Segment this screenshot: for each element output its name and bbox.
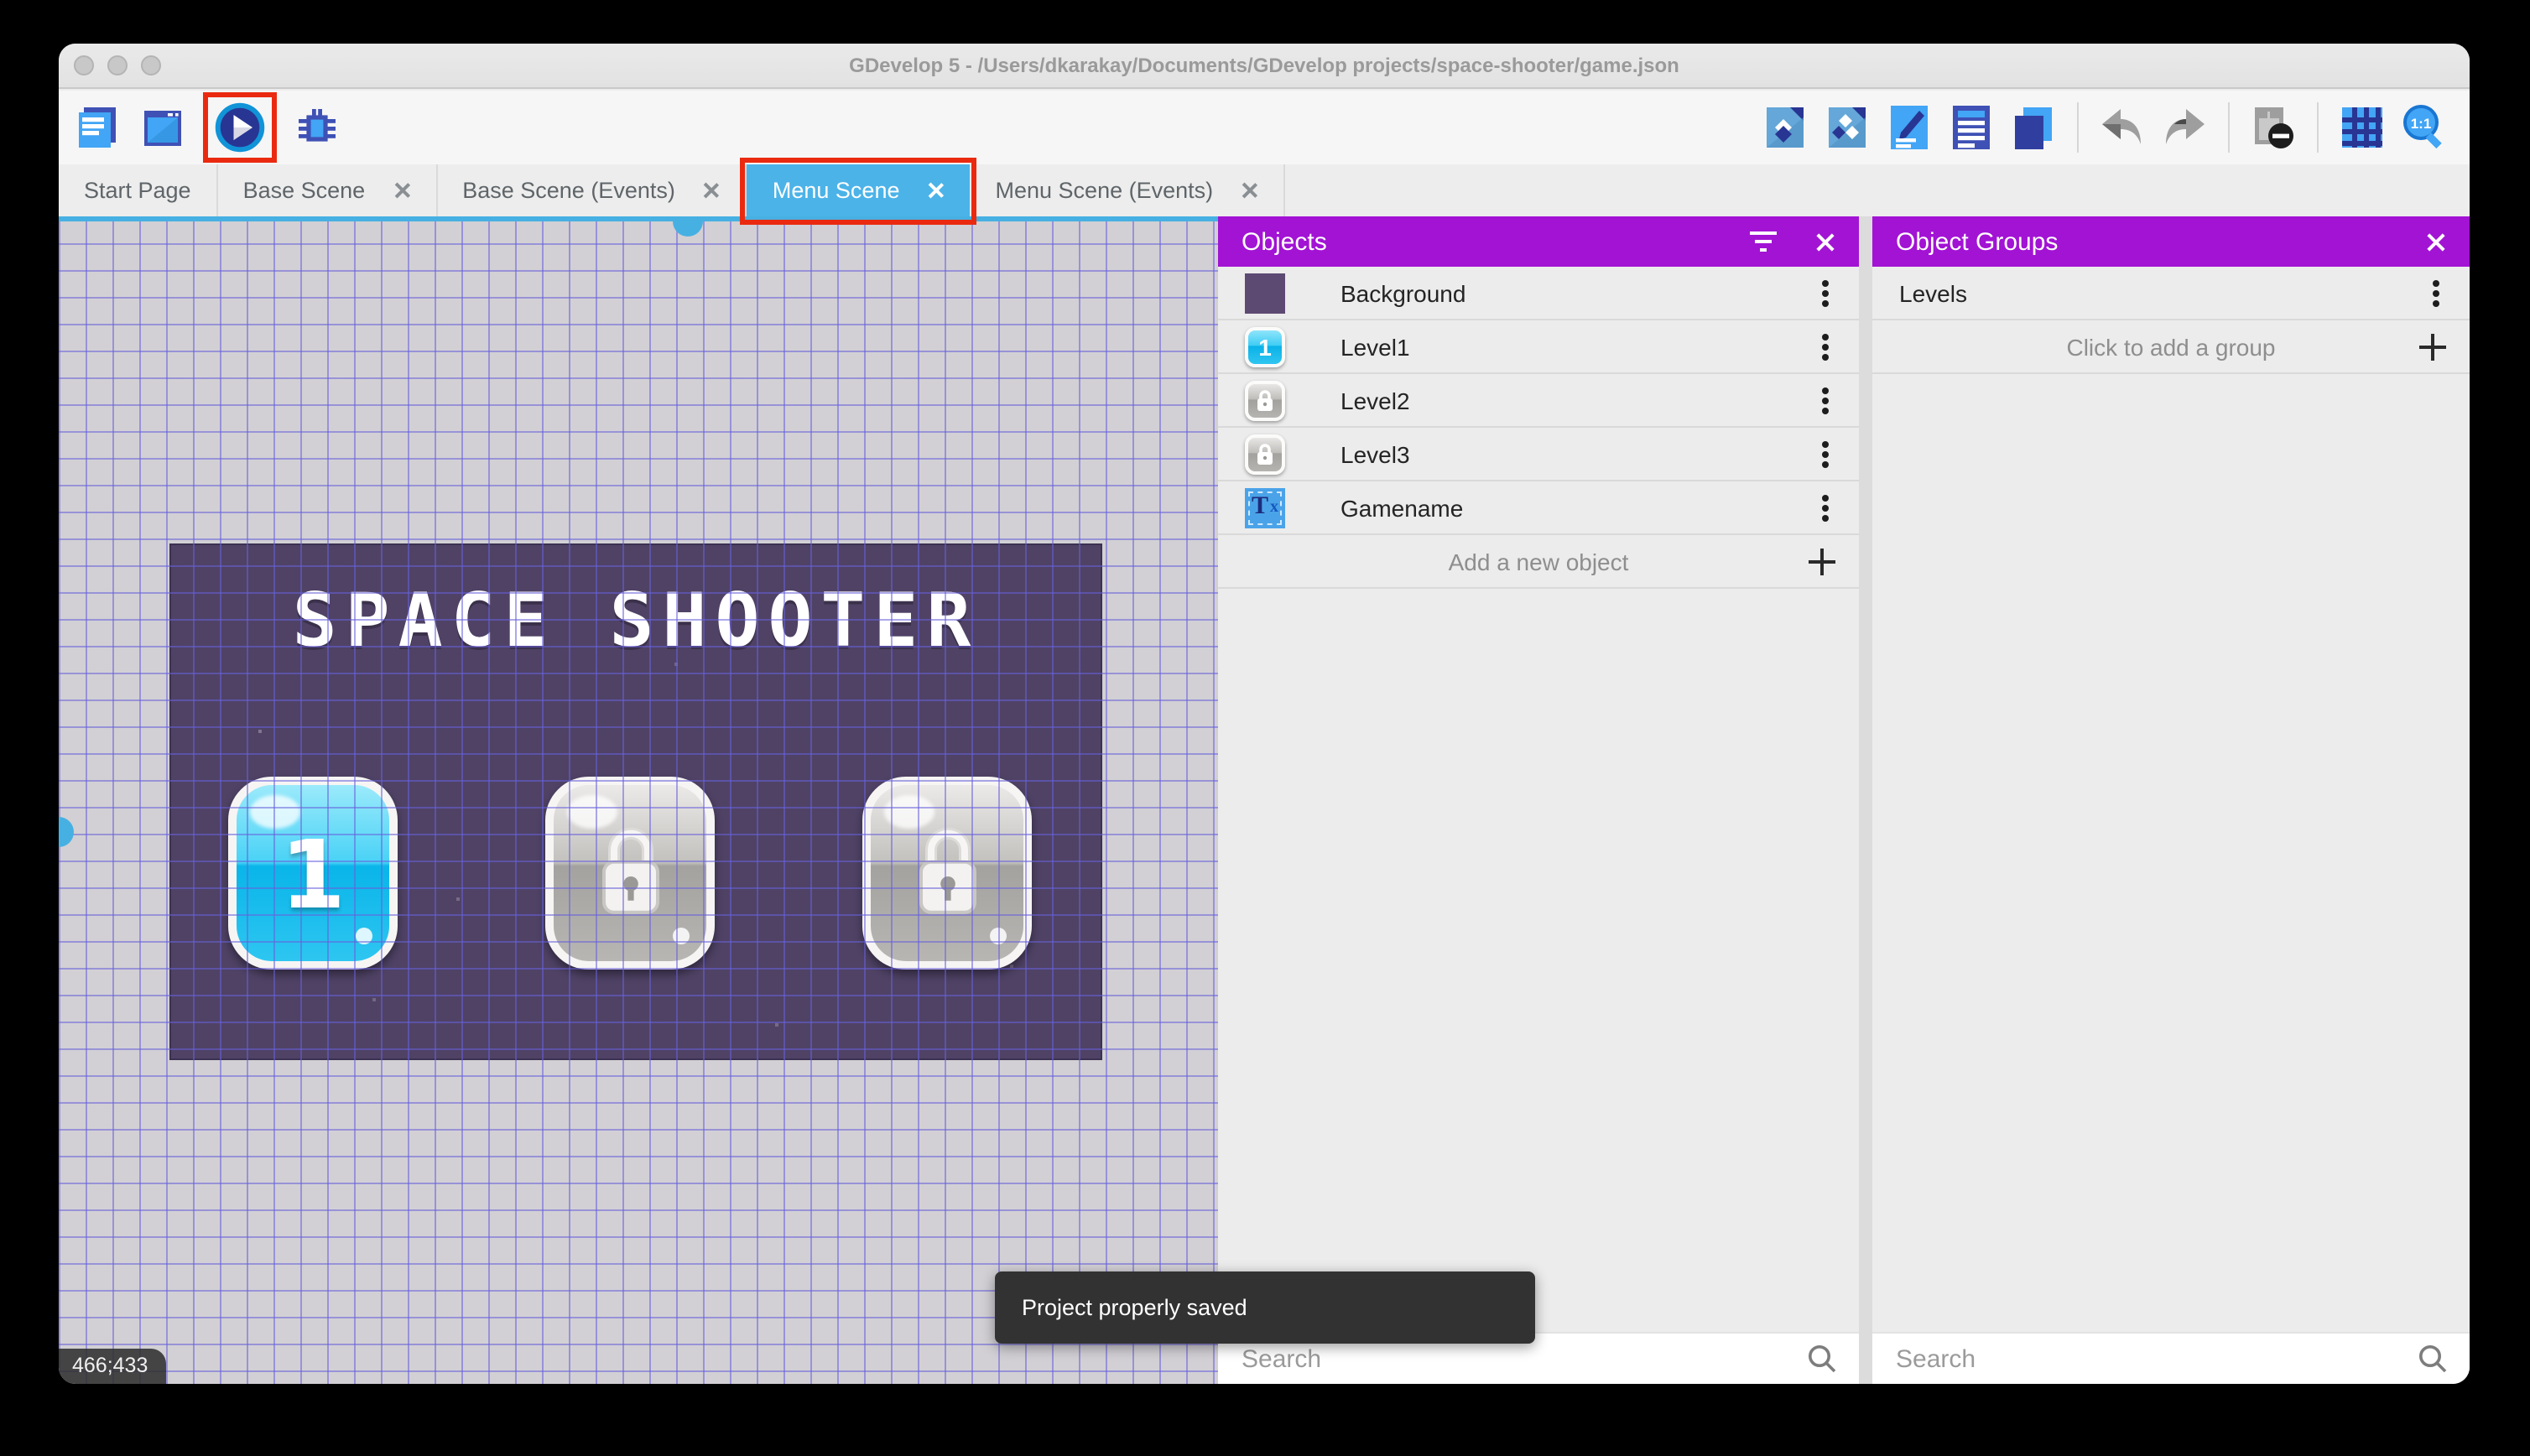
tab-start-page[interactable]: Start Page [59, 164, 218, 216]
object-groups-panel: Object Groups Levels Click to add a grou… [1872, 216, 2470, 1384]
level3-thumbnail [1245, 434, 1285, 474]
titlebar: GDevelop 5 - /Users/dkarakay/Documents/G… [59, 44, 2470, 89]
background-thumbnail [1245, 273, 1285, 313]
group-menu-icon[interactable] [2433, 279, 2439, 306]
plus-icon[interactable] [1809, 548, 1835, 575]
object-groups-panel-header: Object Groups [1872, 216, 2470, 267]
toast-message: Project properly saved [1022, 1295, 1247, 1320]
svg-text:1:1: 1:1 [2411, 116, 2432, 132]
level2-thumbnail [1245, 380, 1285, 420]
panel-divider[interactable] [1859, 216, 1872, 1384]
scene-title-text[interactable]: SPACE SHOOTER [171, 579, 1101, 664]
main-toolbar: 1:1 [59, 91, 2470, 164]
text-object-thumbnail: Tx [1245, 487, 1285, 528]
lock-icon [908, 824, 986, 918]
filter-icon[interactable] [1750, 231, 1777, 252]
close-object-groups-panel-icon[interactable] [2424, 231, 2446, 252]
horizontal-scroll-thumb[interactable] [673, 221, 703, 237]
gdevelop-window: GDevelop 5 - /Users/dkarakay/Documents/G… [59, 44, 2470, 1384]
button-dot [990, 928, 1007, 944]
tab-base-scene-events[interactable]: Base Scene (Events) [437, 164, 747, 216]
objects-panel-title: Objects [1242, 227, 1327, 256]
add-group-row[interactable]: Click to add a group [1872, 320, 2470, 374]
game-scene-preview[interactable]: SPACE SHOOTER 1 [169, 543, 1102, 1060]
close-tab-icon[interactable] [927, 181, 945, 200]
button-dot [356, 928, 372, 944]
object-menu-icon[interactable] [1822, 494, 1829, 521]
level3-button-locked[interactable] [862, 777, 1032, 970]
objects-panel-icon[interactable] [1760, 102, 1810, 153]
close-objects-panel-icon[interactable] [1814, 231, 1835, 252]
object-menu-icon[interactable] [1822, 279, 1829, 306]
lock-icon [591, 824, 669, 918]
zoom-1-1-icon[interactable]: 1:1 [2399, 102, 2449, 153]
groups-search-input[interactable] [1872, 1344, 2416, 1373]
grid-toggle-icon[interactable] [2337, 102, 2387, 153]
save-toast: Project properly saved [995, 1271, 1535, 1344]
add-object-row[interactable]: Add a new object [1218, 535, 1859, 589]
close-tab-icon[interactable] [1240, 181, 1258, 200]
undo-icon[interactable] [2097, 102, 2147, 153]
preview-play-button[interactable] [215, 102, 265, 153]
toolbar-separator [2317, 102, 2319, 153]
level1-button[interactable]: 1 [228, 777, 398, 970]
tab-base-scene[interactable]: Base Scene [218, 164, 438, 216]
object-menu-icon[interactable] [1822, 440, 1829, 467]
plus-icon[interactable] [2419, 333, 2446, 360]
properties-panel-icon[interactable] [1884, 102, 1934, 153]
group-row-levels[interactable]: Levels [1872, 267, 2470, 320]
mask-toggle-icon[interactable] [2248, 102, 2298, 153]
vertical-scroll-thumb[interactable] [59, 817, 74, 847]
toolbar-left [72, 92, 342, 163]
object-row-level1[interactable]: 1 Level1 [1218, 320, 1859, 374]
screen: GDevelop 5 - /Users/dkarakay/Documents/G… [0, 0, 2530, 1456]
project-manager-icon[interactable] [72, 102, 122, 153]
objects-search-input[interactable] [1218, 1344, 1805, 1373]
objects-panel-header: Objects [1218, 216, 1859, 267]
close-tab-icon[interactable] [702, 181, 721, 200]
object-row-gamename[interactable]: Tx Gamename [1218, 481, 1859, 535]
level2-button-locked[interactable] [545, 777, 715, 970]
scene-stars [171, 545, 174, 549]
instances-list-icon[interactable] [1946, 102, 1996, 153]
redo-icon[interactable] [2159, 102, 2210, 153]
toolbar-right: 1:1 [1760, 102, 2449, 153]
debugger-icon[interactable] [292, 102, 342, 153]
object-row-level3[interactable]: Level3 [1218, 428, 1859, 481]
search-icon [2416, 1342, 2449, 1375]
close-tab-icon[interactable] [392, 181, 410, 200]
object-menu-icon[interactable] [1822, 333, 1829, 360]
scene-editor: SPACE SHOOTER 1 466;433 Objects Backgrou… [59, 216, 2470, 1384]
level1-thumbnail: 1 [1245, 326, 1285, 367]
toolbar-separator [2228, 102, 2230, 153]
editor-tabbar: Start Page Base Scene Base Scene (Events… [59, 158, 2470, 225]
groups-search-row [1872, 1332, 2470, 1384]
object-menu-icon[interactable] [1822, 387, 1829, 413]
window-title: GDevelop 5 - /Users/dkarakay/Documents/G… [849, 54, 1679, 77]
object-groups-panel-title: Object Groups [1896, 227, 2059, 256]
scene-canvas[interactable]: SPACE SHOOTER 1 466;433 [59, 216, 1218, 1384]
object-row-level2[interactable]: Level2 [1218, 374, 1859, 428]
cursor-coordinates: 466;433 [59, 1349, 167, 1384]
preview-annotation-box [203, 92, 277, 163]
object-groups-panel-icon[interactable] [1822, 102, 1872, 153]
tab-menu-scene-events[interactable]: Menu Scene (Events) [971, 164, 1286, 216]
objects-panel: Objects Background 1 Level1 Level2 Level… [1218, 216, 1859, 1384]
button-dot [673, 928, 690, 944]
object-row-background[interactable]: Background [1218, 267, 1859, 320]
horizontal-scroll-track[interactable] [59, 216, 1218, 221]
layers-panel-icon[interactable] [2008, 102, 2059, 153]
toolbar-separator [2077, 102, 2079, 153]
search-icon [1805, 1342, 1839, 1375]
tab-menu-scene[interactable]: Menu Scene [740, 158, 977, 225]
scene-window-icon[interactable] [138, 102, 188, 153]
